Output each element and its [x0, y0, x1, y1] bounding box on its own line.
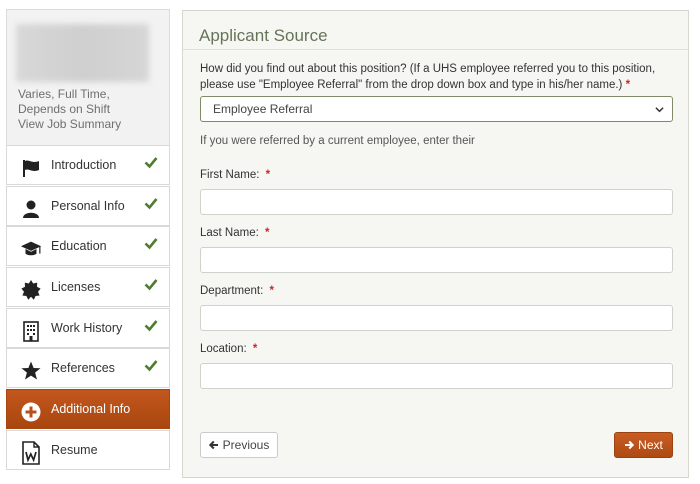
nav-item-personal-info[interactable]: Personal Info [6, 186, 170, 226]
last-name-label: Last Name: * [200, 227, 270, 239]
location-label-text: Location: [200, 343, 247, 355]
nav-item-licenses[interactable]: Licenses [6, 267, 170, 307]
nav-label: Additional Info [51, 402, 131, 416]
nav-label: Introduction [51, 158, 117, 172]
source-question-text: How did you find out about this position… [200, 63, 656, 91]
required-marker: * [265, 227, 270, 239]
view-job-summary-link[interactable]: View Job Summary [18, 117, 121, 131]
nav-item-additional-info[interactable]: Additional Info [6, 389, 170, 429]
job-title-redacted [16, 24, 149, 82]
plus-circle-icon [20, 401, 42, 423]
arrow-right-icon [625, 440, 635, 450]
next-button[interactable]: Next [614, 432, 673, 458]
first-name-label-text: First Name: [200, 169, 260, 181]
previous-button[interactable]: Previous [200, 432, 278, 458]
required-marker: * [265, 169, 271, 181]
location-label: Location: * [200, 343, 257, 355]
word-document-icon [20, 441, 42, 465]
department-label-text: Department: [200, 285, 264, 297]
nav-label: Personal Info [51, 199, 125, 213]
nav-item-references[interactable]: References [6, 348, 170, 388]
department-field[interactable] [200, 305, 673, 331]
referral-hint: If you were referred by a current employ… [200, 135, 475, 147]
nav-item-education[interactable]: Education [6, 226, 170, 266]
previous-button-label: Previous [222, 438, 270, 452]
nav-item-work-history[interactable]: Work History [6, 308, 170, 348]
required-marker: * [625, 78, 631, 91]
check-icon [144, 320, 158, 332]
nav-label: Work History [51, 321, 123, 335]
job-summary-card: Varies, Full Time, Depends on Shift View… [6, 9, 170, 145]
check-icon [144, 360, 158, 372]
required-marker: * [252, 343, 258, 355]
building-icon [20, 320, 42, 342]
nav-label: Licenses [51, 280, 101, 294]
graduation-cap-icon [20, 238, 42, 260]
nav-label: Resume [51, 443, 98, 457]
job-meta: Varies, Full Time, Depends on Shift [18, 87, 111, 116]
page-title: Applicant Source [199, 26, 328, 45]
first-name-label: First Name: * [200, 169, 270, 181]
location-field[interactable] [200, 363, 673, 389]
arrow-left-icon [208, 440, 218, 450]
title-divider [183, 49, 688, 50]
applicant-source-panel: Applicant Source How did you find out ab… [182, 10, 689, 478]
department-label: Department: * [200, 285, 274, 297]
required-marker: * [269, 285, 274, 297]
check-icon [144, 157, 158, 169]
last-name-label-text: Last Name: [200, 227, 259, 239]
applicant-source-select[interactable]: Employee Referral [200, 96, 673, 122]
flag-icon [20, 157, 42, 179]
check-icon [144, 238, 158, 250]
sidebar: Varies, Full Time, Depends on Shift View… [6, 9, 170, 484]
applicant-source-value: Employee Referral [213, 102, 313, 116]
person-icon [20, 198, 42, 220]
check-icon [144, 279, 158, 291]
star-icon [20, 360, 42, 382]
nav-item-resume[interactable]: Resume [6, 430, 170, 470]
source-question: How did you find out about this position… [200, 62, 678, 93]
nav-item-introduction[interactable]: Introduction [6, 145, 170, 185]
chevron-down-icon [655, 107, 664, 113]
badge-certificate-icon [20, 279, 42, 301]
first-name-field[interactable] [200, 189, 673, 215]
next-button-label: Next [638, 438, 663, 452]
last-name-field[interactable] [200, 247, 673, 273]
nav-label: References [51, 361, 115, 375]
nav-label: Education [51, 239, 107, 253]
check-icon [144, 198, 158, 210]
